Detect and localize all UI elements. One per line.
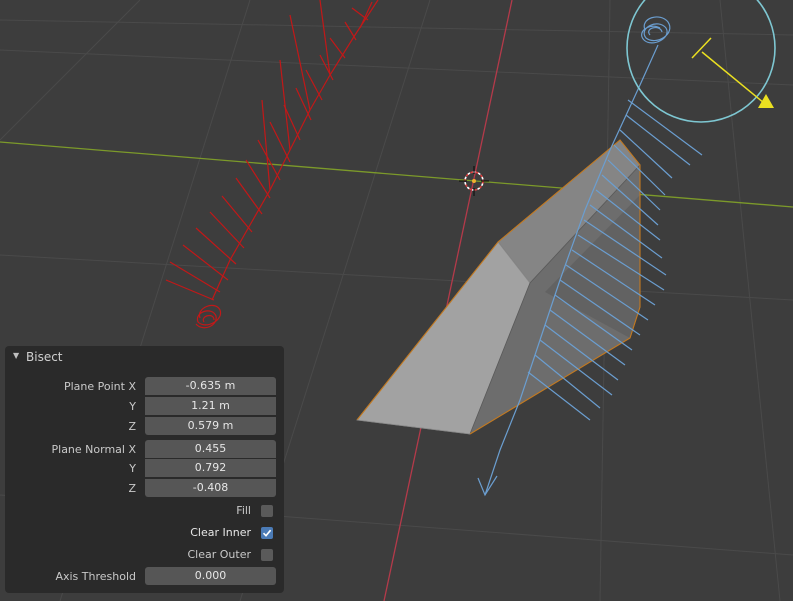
axis-threshold-field[interactable]: 0.000 xyxy=(145,567,276,585)
clear-inner-checkbox[interactable] xyxy=(261,527,273,539)
collapse-triangle-icon[interactable]: ▼ xyxy=(13,351,19,360)
plane-point-z-label: Z xyxy=(128,420,136,433)
plane-normal-z-field[interactable]: -0.408 xyxy=(145,479,276,497)
clear-outer-checkbox[interactable] xyxy=(261,549,273,561)
plane-point-y-field[interactable]: 1.21 m xyxy=(145,397,276,415)
plane-normal-x-label: Plane Normal X xyxy=(51,443,137,456)
plane-normal-z-label: Z xyxy=(128,482,136,495)
axis-threshold-label: Axis Threshold xyxy=(55,570,136,583)
clear-outer-label: Clear Outer xyxy=(187,548,252,561)
plane-normal-y-field[interactable]: 0.792 xyxy=(145,459,276,477)
plane-normal-y-label: Y xyxy=(129,462,136,475)
plane-point-y-label: Y xyxy=(129,400,136,413)
fill-checkbox[interactable] xyxy=(261,505,273,517)
plane-normal-x-field[interactable]: 0.455 xyxy=(145,440,276,458)
panel-header[interactable]: ▼ Bisect xyxy=(5,346,284,368)
panel-title: Bisect xyxy=(26,350,63,364)
checkmark-icon xyxy=(262,529,272,537)
fill-label: Fill xyxy=(236,504,251,517)
plane-point-x-field[interactable]: -0.635 m xyxy=(145,377,276,395)
origin-dot xyxy=(472,179,476,183)
plane-point-x-label: Plane Point X xyxy=(63,380,136,393)
bisect-operator-panel: ▼ Bisect Plane Point X -0.635 m Y 1.21 m… xyxy=(5,346,284,593)
plane-point-z-field[interactable]: 0.579 m xyxy=(145,417,276,435)
clear-inner-label: Clear Inner xyxy=(190,526,251,539)
